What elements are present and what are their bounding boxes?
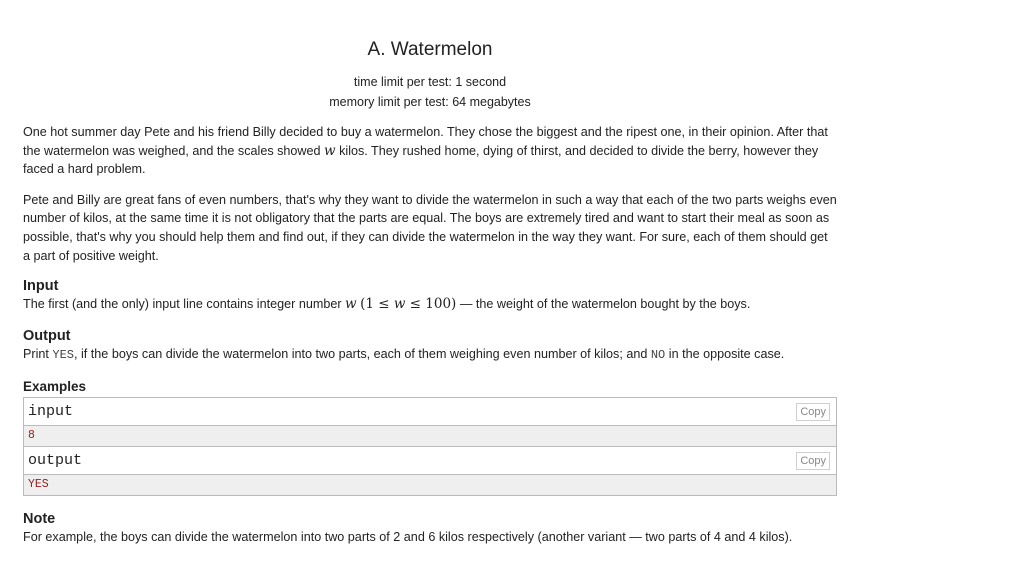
input-text: The first (and the only) input line cont… [23, 295, 837, 313]
memory-limit: memory limit per test: 64 megabytes [329, 95, 531, 109]
variable-w: w [324, 142, 336, 159]
input-constraint-open: (1 ≤ [360, 296, 394, 313]
problem-title: A. Watermelon [367, 39, 493, 60]
examples-box: input Copy 8 output Copy YES [23, 397, 837, 497]
statement-paragraph-1: One hot summer day Pete and his friend B… [23, 123, 837, 179]
input-variable: w [345, 296, 357, 313]
output-text-a: Print [23, 347, 53, 362]
note-text: For example, the boys can divide the wat… [23, 530, 793, 545]
input-constraint-close: ≤ 100) [405, 296, 457, 313]
note-title: Note [23, 511, 56, 528]
output-title: Output [23, 328, 71, 345]
copy-output-button[interactable]: Copy [796, 452, 830, 471]
examples-title: Examples [23, 379, 87, 395]
output-yes: YES [52, 348, 75, 363]
problem-page: A. Watermelon time limit per test: 1 sec… [0, 0, 1010, 588]
input-title: Input [23, 278, 59, 295]
example-output-value: YES [24, 475, 836, 496]
statement-paragraph-2: Pete and Billy are great fans of even nu… [23, 192, 837, 263]
time-limit: time limit per test: 1 second [353, 75, 507, 89]
output-text-c: in the opposite case. [665, 347, 785, 362]
example-output-label: output [28, 452, 83, 470]
output-text-b: , if the boys can divide the watermelon … [74, 347, 651, 362]
example-output-header: output Copy [24, 447, 836, 476]
problem-body: One hot summer day Pete and his friend B… [23, 123, 837, 546]
example-input-header: input Copy [24, 398, 836, 427]
input-constraint-var: w [393, 296, 406, 313]
example-input-label: input [28, 403, 74, 421]
example-input-value: 8 [24, 426, 836, 448]
problem-header: A. Watermelon time limit per test: 1 sec… [0, 38, 860, 112]
output-text: Print YES, if the boys can divide the wa… [23, 345, 837, 364]
input-section: Input The first (and the only) input lin… [23, 277, 837, 313]
output-section: Output Print YES, if the boys can divide… [23, 327, 837, 364]
note-section: Note For example, the boys can divide th… [23, 510, 837, 546]
input-text-a: The first (and the only) input line cont… [23, 297, 346, 312]
copy-input-button[interactable]: Copy [796, 403, 830, 422]
input-text-b: — the weight of the watermelon bought by… [456, 297, 751, 312]
output-no: NO [650, 348, 666, 363]
